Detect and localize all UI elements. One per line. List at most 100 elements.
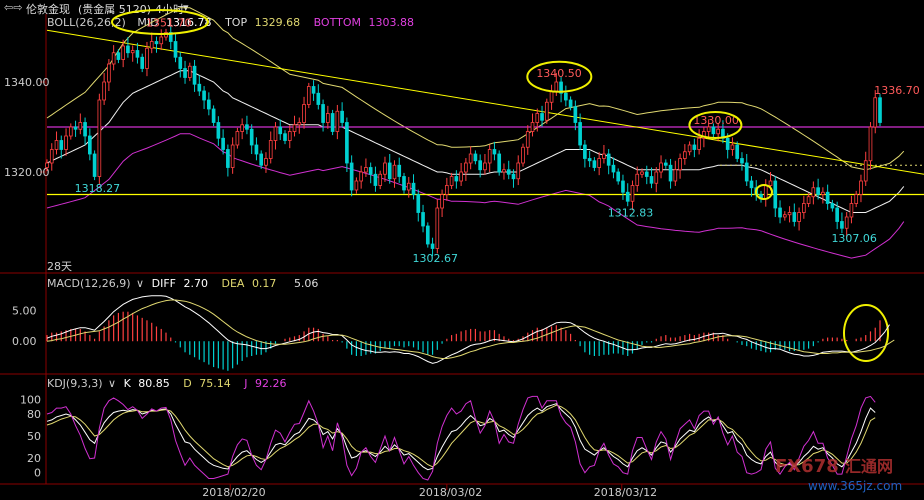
candle	[45, 162, 49, 168]
candle	[454, 176, 459, 182]
date-tick-label: 2018/03/02	[419, 486, 482, 499]
candle	[392, 164, 397, 180]
candle	[268, 140, 273, 159]
candle	[373, 173, 378, 186]
candle	[554, 81, 559, 92]
candle	[292, 124, 297, 132]
candle	[773, 180, 778, 209]
kdj-tick-label: 50	[27, 430, 41, 443]
candle	[283, 133, 287, 141]
candle	[411, 182, 416, 195]
candle	[763, 185, 768, 200]
candle	[506, 169, 511, 175]
candle	[330, 113, 335, 132]
candle	[744, 162, 749, 182]
candle	[321, 104, 325, 123]
candle	[530, 122, 535, 132]
candle	[59, 140, 64, 150]
candle	[421, 212, 425, 227]
candle	[226, 149, 230, 168]
candle	[835, 207, 839, 222]
candle	[159, 36, 164, 45]
candle	[183, 68, 187, 78]
candle	[830, 203, 835, 209]
candle	[273, 126, 278, 141]
candle	[511, 173, 516, 180]
watermark-url: www.365jz.com	[808, 479, 902, 493]
date-tick-label: 2018/03/12	[594, 486, 657, 499]
candle	[311, 86, 316, 94]
candle	[606, 153, 611, 166]
candle	[806, 196, 811, 204]
candle	[340, 110, 344, 123]
candle	[264, 158, 268, 166]
candle	[768, 180, 773, 186]
candle	[573, 106, 578, 123]
candle	[473, 153, 478, 162]
candle	[149, 41, 154, 49]
candle	[578, 122, 582, 146]
kdj-j-line	[46, 395, 876, 481]
candle	[406, 182, 411, 191]
watermark-brand: FX678	[775, 456, 839, 477]
candle	[597, 158, 601, 168]
candle	[549, 90, 554, 103]
candle	[854, 194, 859, 204]
candle	[121, 45, 125, 60]
candle	[216, 122, 221, 139]
candle	[706, 126, 711, 132]
candle	[825, 191, 830, 204]
candle	[97, 99, 102, 177]
candle	[487, 149, 492, 164]
macd-tick-label: 0.00	[12, 335, 37, 348]
price-annotation: 1336.70	[874, 84, 920, 97]
candle	[516, 162, 521, 180]
kdj-tick-label: 80	[27, 408, 41, 421]
candle	[140, 56, 145, 69]
candle	[716, 128, 720, 135]
candle	[568, 99, 573, 108]
candle	[778, 207, 782, 218]
candle	[68, 126, 73, 137]
candle	[492, 149, 497, 155]
candle	[254, 144, 259, 155]
price-tick-label: 1340.00	[4, 76, 50, 89]
candle	[49, 149, 54, 164]
trendline	[46, 29, 924, 175]
candle	[78, 122, 83, 130]
candle	[221, 137, 225, 150]
candle	[178, 56, 183, 69]
candle	[364, 167, 368, 173]
candle	[868, 126, 873, 162]
candle	[135, 50, 140, 58]
candle	[368, 167, 373, 175]
candle	[587, 158, 592, 162]
price-annotation: 1307.06	[831, 232, 877, 245]
candle	[249, 128, 254, 146]
candle	[602, 153, 606, 159]
candle	[535, 113, 540, 123]
candle	[735, 144, 740, 159]
candle	[621, 180, 625, 193]
candle	[502, 169, 506, 173]
candle	[616, 171, 621, 182]
candle	[416, 194, 421, 213]
candle	[640, 171, 644, 175]
candle	[687, 144, 692, 153]
candle	[88, 135, 92, 155]
candle	[102, 81, 106, 101]
candle	[459, 171, 463, 182]
candle	[663, 162, 668, 166]
candle	[478, 160, 482, 171]
chart-canvas[interactable]: 1340.00 1320.00 2018/02/20 2018/03/02 2018/0…	[0, 0, 924, 500]
candle	[235, 131, 240, 146]
candle	[230, 144, 235, 168]
candle	[425, 225, 430, 245]
price-tick-label: 1320.00	[4, 166, 50, 179]
kdj-tick-label: 100	[20, 393, 41, 406]
candle	[326, 113, 330, 123]
candle	[297, 122, 302, 126]
candle	[430, 243, 435, 249]
candle	[464, 162, 468, 173]
candle	[611, 164, 616, 173]
